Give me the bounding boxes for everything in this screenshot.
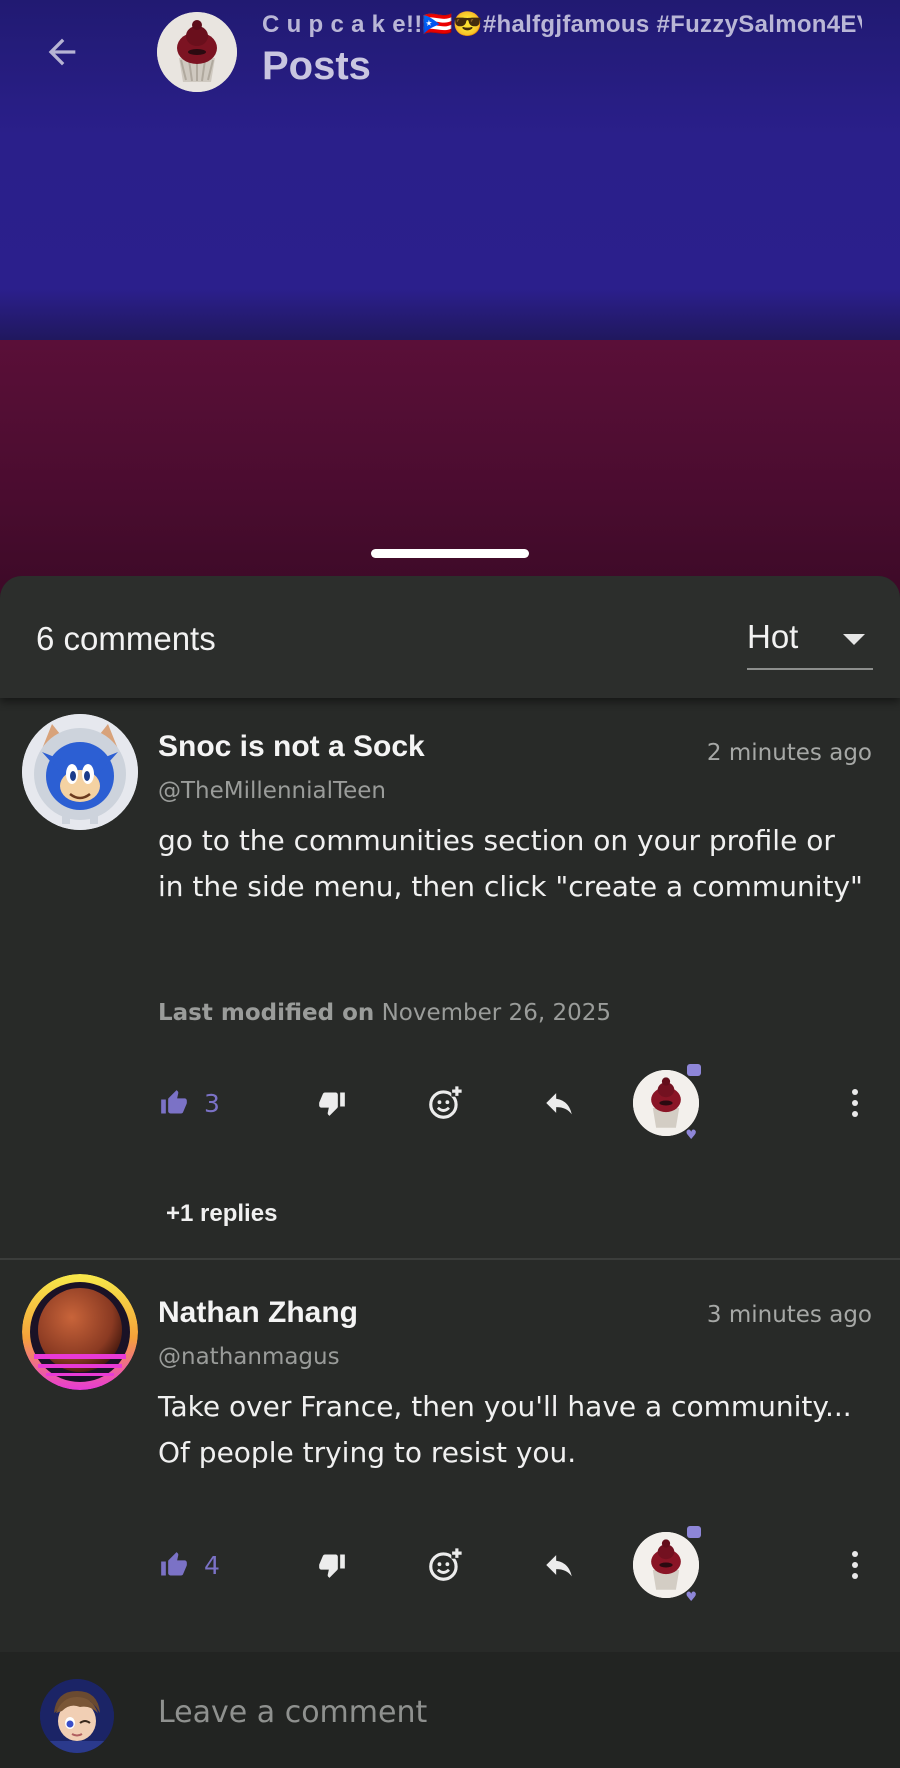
comment-handle: @TheMillennialTeen (158, 778, 386, 804)
comment-modified: Last modified on November 26, 2025 (158, 1000, 611, 1026)
comment-item: Nathan Zhang @nathanmagus 3 minutes ago … (0, 1260, 900, 1680)
page-title: Posts (262, 44, 371, 88)
app-header: C u p c a k e!!🇵🇷😎#halfgjfamous #FuzzySa… (0, 0, 900, 110)
heart-icon: ♥ (685, 1128, 697, 1143)
add-emoji-icon (429, 1547, 463, 1581)
dot-icon (852, 1551, 858, 1557)
more-options-button[interactable] (840, 1530, 870, 1600)
comment-input[interactable] (158, 1684, 858, 1740)
community-avatar[interactable] (157, 12, 237, 92)
add-emoji-icon (429, 1085, 463, 1119)
reply-button[interactable] (542, 1530, 576, 1600)
dot-icon (852, 1100, 858, 1106)
like-count: 4 (204, 1550, 220, 1580)
comment-body: Take over France, then you'll have a com… (158, 1390, 852, 1469)
like-button[interactable]: 3 (160, 1068, 220, 1138)
add-reaction-button[interactable] (426, 1068, 464, 1138)
caret-down-icon (843, 634, 865, 645)
dot-icon (852, 1573, 858, 1579)
thumbs-up-icon (161, 1552, 187, 1576)
sort-dropdown[interactable]: Hot (747, 612, 873, 670)
comment-timestamp: 3 minutes ago (706, 1302, 872, 1328)
thumbs-down-icon (319, 1554, 345, 1578)
dot-icon (852, 1111, 858, 1117)
my-avatar[interactable] (40, 1679, 114, 1753)
badge-icon (687, 1526, 701, 1538)
comment-actions: 4 ♥ (0, 1526, 900, 1604)
comment-count: 6 comments (36, 620, 216, 657)
badge-icon (687, 1064, 701, 1076)
modified-date: November 26, 2025 (381, 1000, 611, 1026)
modified-label: Last modified on (158, 1000, 375, 1026)
dot-icon (852, 1562, 858, 1568)
comments-sheet: 6 comments Hot Snoc is not a Sock @TheMi… (0, 576, 900, 1768)
sort-label: Hot (747, 618, 799, 655)
comment-actions: 3 ♥ (0, 1064, 900, 1142)
avatar[interactable] (22, 714, 138, 830)
comment-timestamp: 2 minutes ago (706, 740, 872, 766)
reply-arrow-icon (546, 1093, 572, 1115)
thumbs-up-icon (161, 1090, 187, 1114)
view-replies-link[interactable]: +1 replies (166, 1200, 277, 1228)
comments-header: 6 comments Hot (0, 576, 900, 698)
dislike-button[interactable] (318, 1068, 346, 1138)
reply-arrow-icon (546, 1555, 572, 1577)
comment-body: go to the communities section on your pr… (158, 824, 863, 903)
community-name: C u p c a k e!!🇵🇷😎#halfgjfamous #FuzzySa… (262, 11, 862, 38)
dot-icon (852, 1089, 858, 1095)
comment-author[interactable]: Snoc is not a Sock (158, 730, 425, 764)
back-button[interactable] (36, 26, 88, 78)
more-options-button[interactable] (840, 1068, 870, 1138)
arrow-left-icon (48, 38, 76, 66)
reply-button[interactable] (542, 1068, 576, 1138)
avatar[interactable] (22, 1274, 138, 1390)
thumbs-down-icon (319, 1092, 345, 1116)
dislike-button[interactable] (318, 1530, 346, 1600)
reactor-avatar[interactable]: ♥ (633, 1064, 701, 1142)
comment-handle: @nathanmagus (158, 1344, 340, 1370)
like-count: 3 (204, 1088, 220, 1118)
add-reaction-button[interactable] (426, 1530, 464, 1600)
comment-composer (0, 1652, 900, 1768)
like-button[interactable]: 4 (160, 1530, 220, 1600)
post-backdrop-crimson (0, 340, 900, 600)
reactor-avatar[interactable]: ♥ (633, 1526, 701, 1604)
comment-author[interactable]: Nathan Zhang (158, 1296, 358, 1330)
heart-icon: ♥ (685, 1590, 697, 1605)
sheet-drag-handle[interactable] (371, 549, 529, 558)
